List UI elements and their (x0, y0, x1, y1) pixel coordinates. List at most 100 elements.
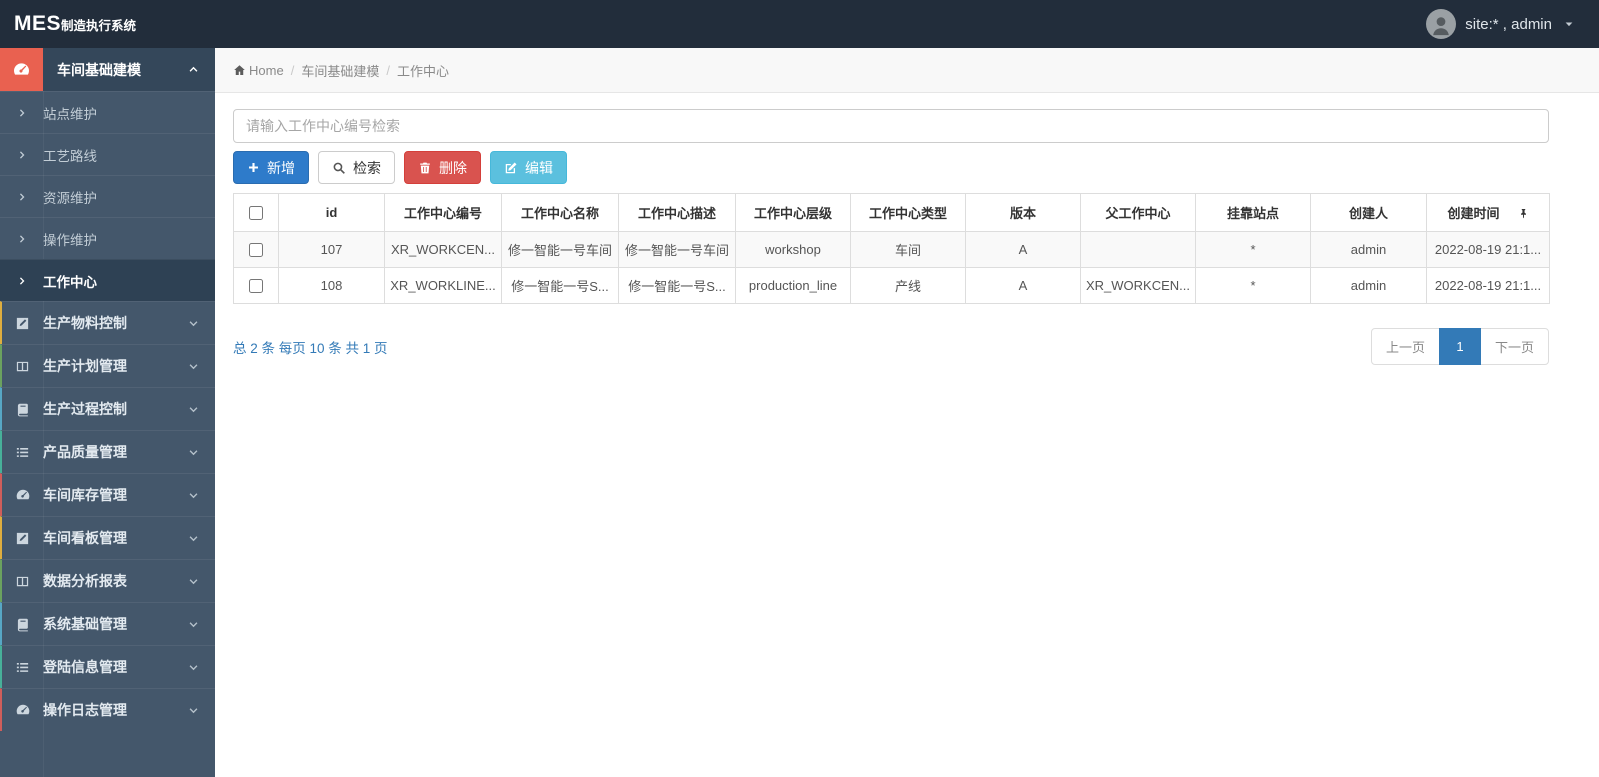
cell-site: * (1195, 231, 1311, 268)
pagination-row: 总 2 条 每页 10 条 共 1 页 上一页 1 下一页 (233, 328, 1549, 365)
cell-creator: admin (1310, 231, 1427, 268)
pencil-square-icon (2, 531, 43, 546)
sidebar-item-label: 站点维护 (43, 106, 97, 122)
pager: 上一页 1 下一页 (1370, 328, 1549, 365)
chevron-down-icon (188, 318, 199, 329)
search-input[interactable] (233, 109, 1549, 143)
column-header-created-time: 创建时间 (1426, 193, 1550, 232)
cell-code: XR_WORKLINE... (384, 267, 502, 304)
edit-button[interactable]: 编辑 (490, 151, 567, 184)
cell-created-time: 2022-08-19 21:1... (1426, 267, 1550, 304)
breadcrumb-separator: / (386, 62, 390, 78)
column-header: 工作中心层级 (735, 193, 851, 232)
column-header: 工作中心名称 (501, 193, 619, 232)
book-icon (2, 617, 43, 632)
sidebar-group-label: 车间库存管理 (43, 487, 127, 503)
sidebar-item-resource-maintenance[interactable]: 资源维护 (0, 175, 215, 217)
chevron-down-icon (188, 533, 199, 544)
row-checkbox[interactable] (249, 279, 263, 294)
brand-secondary: 制造执行系统 (61, 19, 137, 33)
table-row[interactable]: 108 XR_WORKLINE... 修一智能一号S... 修一智能一号S...… (233, 267, 1550, 304)
sidebar-group-label: 操作日志管理 (43, 702, 127, 718)
chevron-up-icon (188, 64, 199, 75)
sidebar-item-label: 操作维护 (43, 232, 97, 248)
column-header: 工作中心编号 (384, 193, 502, 232)
sidebar-group-label: 系统基础管理 (43, 616, 127, 632)
breadcrumb-section-label: 车间基础建模 (301, 63, 380, 79)
add-button[interactable]: 新增 (233, 151, 309, 184)
pencil-square-icon (2, 316, 43, 331)
column-header: 父工作中心 (1080, 193, 1196, 232)
table-header-row: id 工作中心编号 工作中心名称 工作中心描述 工作中心层级 工作中心类型 版本… (233, 193, 1550, 232)
home-icon (233, 64, 246, 77)
cell-type: 产线 (850, 267, 966, 304)
column-header: 工作中心描述 (618, 193, 736, 232)
cell-name: 修一智能一号S... (501, 267, 619, 304)
chevron-down-icon (188, 619, 199, 630)
cell-version: A (965, 231, 1081, 268)
sidebar-item-quality-management[interactable]: 产品质量管理 (0, 430, 215, 473)
sidebar-item-label: 工艺路线 (43, 148, 97, 164)
app-logo: MES 制造执行系统 (0, 12, 215, 36)
work-center-table: id 工作中心编号 工作中心名称 工作中心描述 工作中心层级 工作中心类型 版本… (233, 193, 1550, 304)
edit-button-label: 编辑 (525, 159, 553, 176)
cell-id: 108 (278, 267, 385, 304)
delete-button[interactable]: 删除 (404, 151, 481, 184)
content-panel: 新增 检索 删除 编辑 (215, 93, 1599, 365)
table-row[interactable]: 107 XR_WORKCEN... 修一智能一号车间 修一智能一号车间 work… (233, 231, 1550, 268)
pin-icon[interactable] (1518, 208, 1529, 219)
search-button-label: 检索 (353, 159, 381, 176)
chevron-down-icon (188, 404, 199, 415)
user-menu[interactable]: site:* , admin (1426, 9, 1599, 39)
select-all-checkbox[interactable] (249, 206, 263, 221)
cell-parent (1080, 231, 1196, 268)
row-checkbox[interactable] (249, 243, 263, 258)
next-page-button[interactable]: 下一页 (1479, 328, 1549, 365)
cell-parent: XR_WORKCEN... (1080, 267, 1196, 304)
breadcrumb-section-link[interactable]: 车间基础建模 (301, 61, 379, 80)
row-checkbox-cell (233, 267, 279, 304)
sidebar-item-process-route[interactable]: 工艺路线 (0, 133, 215, 175)
sidebar-group-label: 数据分析报表 (43, 573, 127, 589)
breadcrumb-home-link[interactable]: Home (233, 63, 284, 78)
cell-name: 修一智能一号车间 (501, 231, 619, 268)
trash-icon (418, 161, 432, 175)
topbar: MES 制造执行系统 site:* , admin (0, 0, 1599, 48)
book-icon (2, 402, 43, 417)
brand-primary: MES (14, 12, 62, 35)
sidebar-item-site-maintenance[interactable]: 站点维护 (0, 91, 215, 133)
search-icon (332, 161, 346, 175)
search-button[interactable]: 检索 (318, 151, 395, 184)
avatar (1426, 9, 1457, 39)
sidebar-item-login-info-management[interactable]: 登陆信息管理 (0, 645, 215, 688)
chevron-right-icon (0, 108, 43, 118)
sidebar-group-label: 生产物料控制 (43, 315, 127, 331)
sidebar-item-board-management[interactable]: 车间看板管理 (0, 516, 215, 559)
sidebar-item-plan-management[interactable]: 生产计划管理 (0, 344, 215, 387)
sidebar-item-work-center[interactable]: 工作中心 (0, 259, 215, 301)
sidebar-item-workshop-modeling[interactable]: 车间基础建模 (0, 48, 215, 91)
pagination-summary: 总 2 条 每页 10 条 共 1 页 (233, 340, 388, 356)
sidebar-item-operation-log-management[interactable]: 操作日志管理 (0, 688, 215, 731)
toolbar: 新增 检索 删除 编辑 (233, 151, 1549, 184)
cell-site: * (1195, 267, 1311, 304)
tachometer-icon (2, 702, 43, 718)
column-header: 版本 (965, 193, 1081, 232)
chevron-down-icon (188, 490, 199, 501)
sidebar-item-operation-maintenance[interactable]: 操作维护 (0, 217, 215, 259)
cell-id: 107 (278, 231, 385, 268)
column-header: id (278, 193, 385, 232)
chevron-down-icon (188, 576, 199, 587)
breadcrumb-separator: / (290, 62, 295, 78)
list-icon (2, 660, 43, 675)
sidebar-item-process-control[interactable]: 生产过程控制 (0, 387, 215, 430)
sidebar-item-system-management[interactable]: 系统基础管理 (0, 602, 215, 645)
chevron-down-icon (188, 662, 199, 673)
sidebar-group-label: 车间看板管理 (43, 530, 127, 546)
prev-page-button[interactable]: 上一页 (1370, 328, 1440, 365)
sidebar-item-report-analysis[interactable]: 数据分析报表 (0, 559, 215, 602)
sidebar-item-inventory-management[interactable]: 车间库存管理 (0, 473, 215, 516)
breadcrumb-current: 工作中心 (396, 63, 449, 79)
sidebar-item-material-control[interactable]: 生产物料控制 (0, 301, 215, 344)
page-1-button[interactable]: 1 (1438, 328, 1481, 365)
